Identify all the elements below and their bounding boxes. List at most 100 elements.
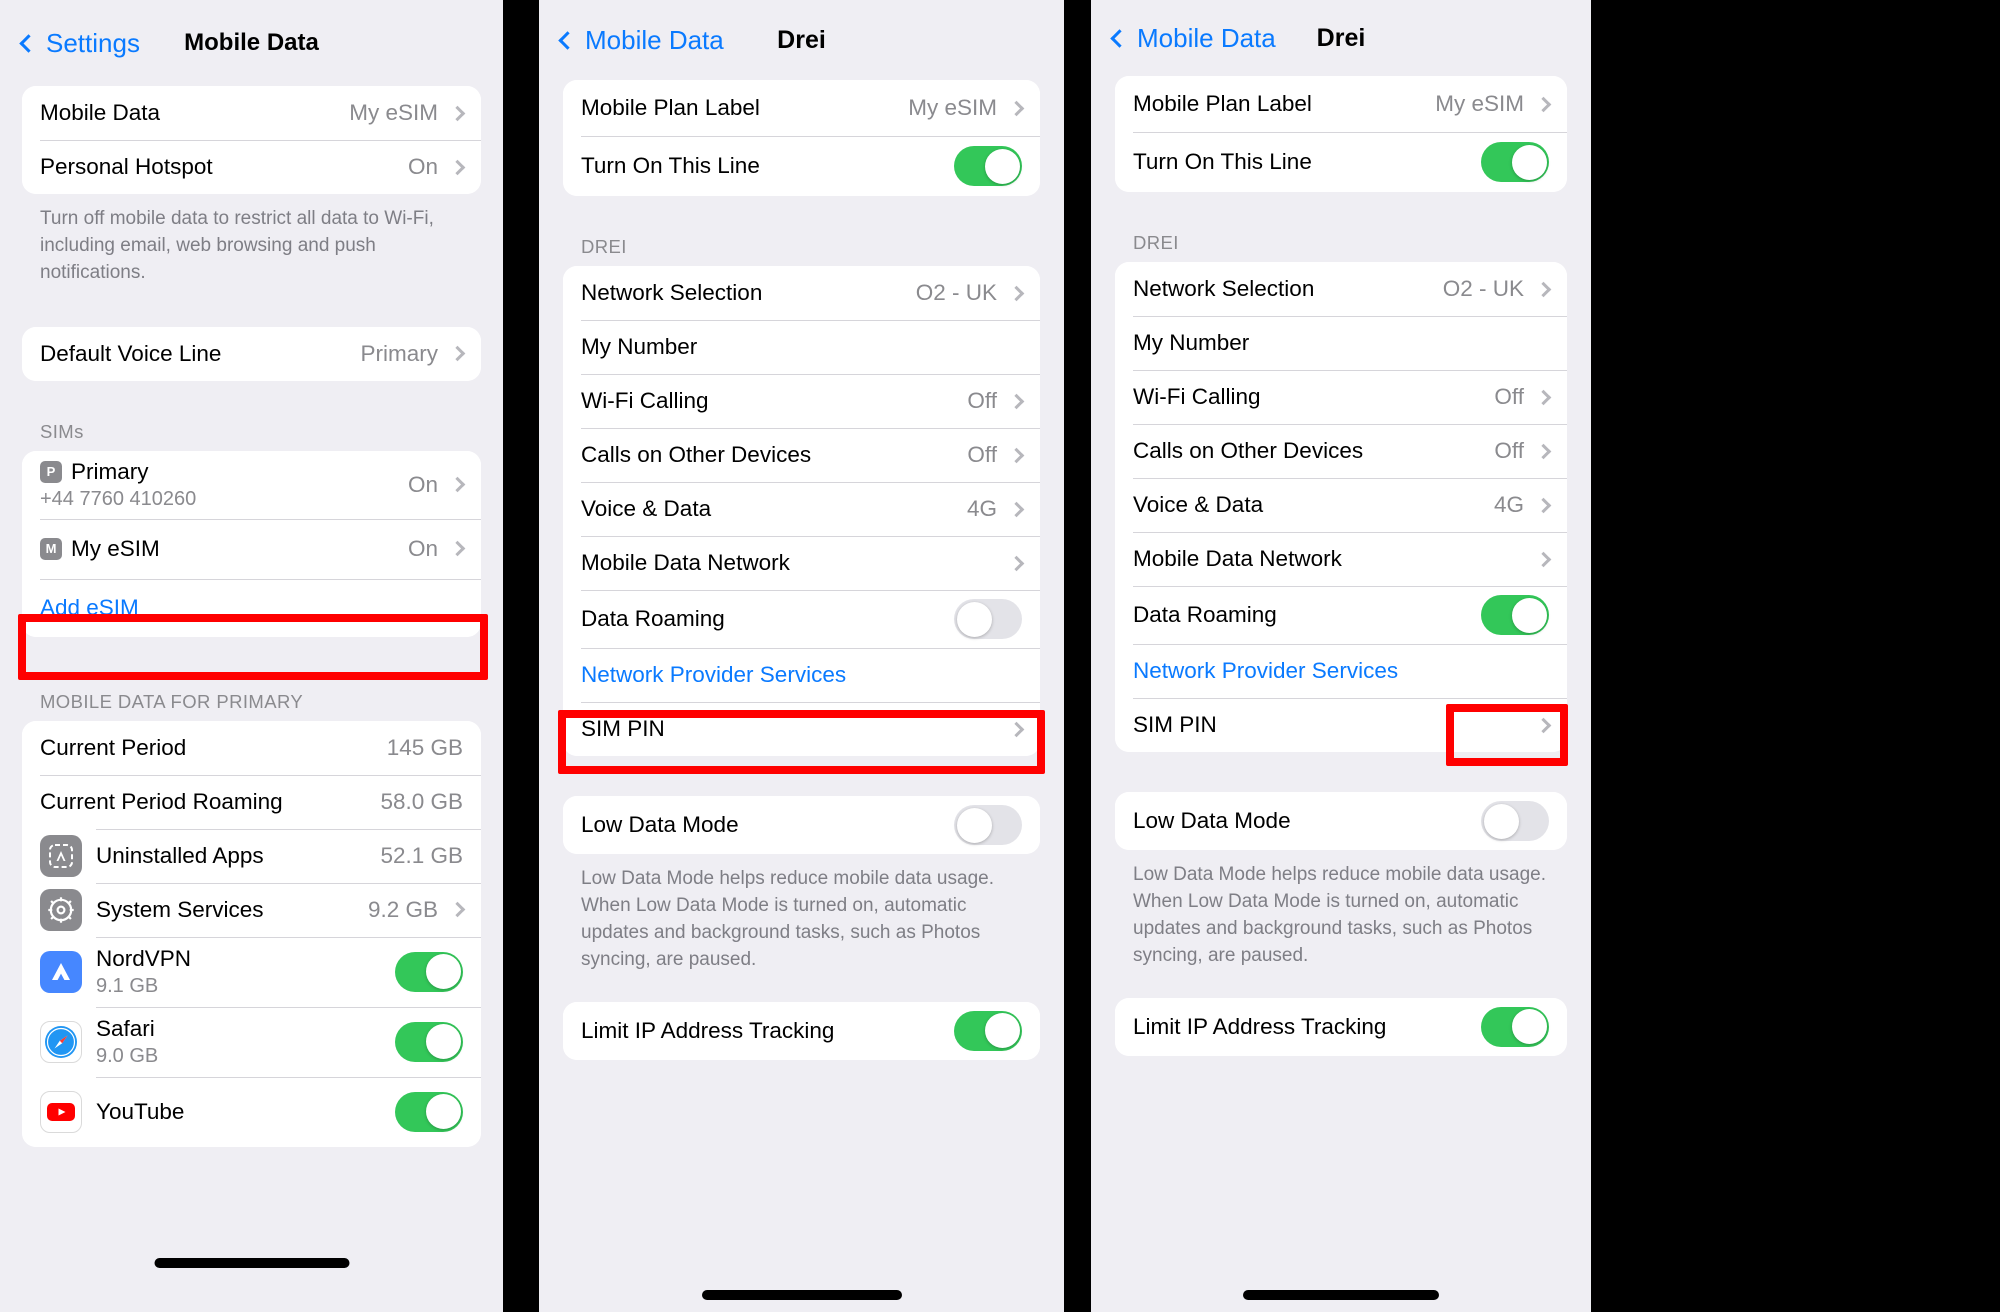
row-sim-pin[interactable]: SIM PIN [563, 702, 1040, 756]
panel-divider-2 [1064, 0, 1091, 1312]
row-label: Calls on Other Devices [1133, 438, 1364, 463]
row-value: 4G [966, 496, 997, 521]
row-label: Mobile Plan Label [1133, 91, 1312, 116]
row-label: SIM PIN [1133, 712, 1217, 737]
row-value: Off [967, 442, 997, 467]
row-value: 4G [1493, 492, 1524, 517]
row-label: Wi-Fi Calling [581, 388, 709, 413]
add-esim-label: Add eSIM [40, 594, 139, 620]
nordvpn-icon [40, 950, 82, 993]
mobile-data-footnote: Turn off mobile data to restrict all dat… [40, 208, 434, 283]
toggle-limit-ip-address-tracking[interactable] [1481, 1006, 1549, 1047]
app-toggle-safari[interactable] [395, 1021, 463, 1062]
row-app-nordvpn: NordVPN 9.1 GB [22, 936, 481, 1007]
sim-primary-text: P Primary +44 7760 410260 [40, 459, 408, 511]
phone-panel-mobile-data: Settings Mobile Data Mobile Data My eSIM… [0, 0, 503, 1312]
app-toggle-nordvpn[interactable] [395, 951, 463, 992]
sim-primary-badge-icon: P [40, 460, 62, 483]
row-label: Wi-Fi Calling [1133, 384, 1261, 409]
back-button-mobile-data[interactable]: Mobile Data [1110, 23, 1276, 54]
row-value: My eSIM [908, 95, 997, 120]
row-wifi-calling[interactable]: Wi-Fi Calling Off [563, 374, 1040, 428]
toggle-data-roaming[interactable] [1481, 595, 1549, 635]
safari-compass-icon [40, 1020, 82, 1063]
chevron-right-icon [1535, 443, 1552, 459]
row-label: Low Data Mode [581, 812, 739, 837]
group-default-voice-line: Default Voice Line Primary [22, 326, 481, 381]
navbar-panel3: Mobile Data Drei [1091, 0, 1591, 76]
row-label: Current Period Roaming [40, 788, 283, 814]
row-current-period-roaming: Current Period Roaming 58.0 GB [22, 774, 481, 829]
app-text: NordVPN 9.1 GB [96, 946, 395, 998]
chevron-right-icon [1535, 389, 1552, 405]
row-default-voice-line[interactable]: Default Voice Line Primary [22, 326, 481, 381]
row-mobile-plan-label[interactable]: Mobile Plan Label My eSIM [563, 80, 1040, 136]
low-data-mode-note: Low Data Mode helps reduce mobile data u… [581, 868, 994, 970]
group-carrier-settings: Network Selection O2 - UK My Number Wi-F… [563, 266, 1040, 756]
row-value: My eSIM [349, 100, 438, 125]
app-usage-value: 9.0 GB [96, 1044, 159, 1067]
row-label: Network Selection [581, 280, 763, 305]
back-button-mobile-data[interactable]: Mobile Data [558, 24, 724, 56]
back-button-label: Mobile Data [585, 24, 724, 55]
group-sims: P Primary +44 7760 410260 On M My eSIM O… [22, 450, 481, 637]
row-voice-and-data[interactable]: Voice & Data 4G [563, 482, 1040, 536]
row-wifi-calling[interactable]: Wi-Fi Calling Off [1115, 370, 1567, 424]
row-value: 9.2 GB [367, 896, 438, 922]
group-data-usage: Current Period 145 GB Current Period Roa… [22, 720, 481, 1147]
row-value: 52.1 GB [380, 842, 463, 868]
row-mobile-data-network[interactable]: Mobile Data Network [563, 536, 1040, 590]
phone-panel-drei-roaming-on: Mobile Data Drei Mobile Plan Label My eS… [1091, 0, 1591, 1312]
row-sim-primary[interactable]: P Primary +44 7760 410260 On [22, 450, 481, 519]
row-value: Off [1494, 384, 1524, 409]
row-sim-pin[interactable]: SIM PIN [1115, 698, 1567, 752]
row-personal-hotspot[interactable]: Personal Hotspot On [22, 140, 481, 194]
row-value: Off [1494, 438, 1524, 463]
row-mobile-data[interactable]: Mobile Data My eSIM [22, 86, 481, 140]
group-plan: Mobile Plan Label My eSIM Turn On This L… [563, 80, 1040, 196]
row-label: Mobile Data Network [581, 550, 790, 575]
toggle-limit-ip-address-tracking[interactable] [954, 1010, 1022, 1051]
row-mobile-data-network[interactable]: Mobile Data Network [1115, 532, 1567, 586]
row-value: On [407, 535, 438, 561]
row-network-selection[interactable]: Network Selection O2 - UK [1115, 262, 1567, 316]
toggle-low-data-mode[interactable] [954, 805, 1022, 845]
row-current-period: Current Period 145 GB [22, 720, 481, 775]
system-services-gear-icon [40, 888, 82, 931]
group-mobile-data: Mobile Data My eSIM Personal Hotspot On [22, 86, 481, 194]
toggle-turn-on-this-line[interactable] [954, 146, 1022, 186]
toggle-data-roaming[interactable] [954, 599, 1022, 639]
row-sim-my-esim[interactable]: M My eSIM On [22, 518, 481, 579]
row-value: O2 - UK [915, 280, 997, 305]
row-label: Data Roaming [581, 606, 725, 631]
toggle-turn-on-this-line[interactable] [1481, 142, 1549, 182]
row-calls-on-other-devices[interactable]: Calls on Other Devices Off [563, 428, 1040, 482]
settings-scroll-panel3: Mobile Plan Label My eSIM Turn On This L… [1091, 76, 1591, 1056]
row-network-provider-services[interactable]: Network Provider Services [1115, 644, 1567, 698]
app-toggle-youtube[interactable] [395, 1091, 463, 1132]
low-data-mode-note: Low Data Mode helps reduce mobile data u… [1133, 864, 1546, 966]
home-indicator [1243, 1290, 1439, 1300]
row-label: System Services [96, 896, 264, 922]
row-voice-and-data[interactable]: Voice & Data 4G [1115, 478, 1567, 532]
row-app-youtube: YouTube [22, 1076, 481, 1147]
row-label: Turn On This Line [1133, 149, 1312, 174]
chevron-right-icon [449, 159, 466, 175]
row-limit-ip-address-tracking: Limit IP Address Tracking [1115, 997, 1567, 1056]
row-label: Network Selection [1133, 276, 1315, 301]
toggle-low-data-mode[interactable] [1481, 801, 1549, 841]
back-button-settings[interactable]: Settings [19, 28, 140, 59]
row-calls-on-other-devices[interactable]: Calls on Other Devices Off [1115, 424, 1567, 478]
row-my-number[interactable]: My Number [1115, 316, 1567, 370]
row-mobile-plan-label[interactable]: Mobile Plan Label My eSIM [1115, 76, 1567, 132]
chevron-right-icon [1008, 100, 1025, 116]
row-system-services[interactable]: System Services 9.2 GB [22, 882, 481, 937]
row-network-provider-services[interactable]: Network Provider Services [563, 648, 1040, 702]
row-limit-ip-address-tracking: Limit IP Address Tracking [563, 1001, 1040, 1060]
row-label: My Number [581, 334, 698, 359]
row-low-data-mode: Low Data Mode [563, 796, 1040, 854]
row-network-selection[interactable]: Network Selection O2 - UK [563, 266, 1040, 320]
row-add-esim[interactable]: Add eSIM [22, 578, 481, 637]
row-my-number[interactable]: My Number [563, 320, 1040, 374]
row-label: Voice & Data [581, 496, 712, 521]
